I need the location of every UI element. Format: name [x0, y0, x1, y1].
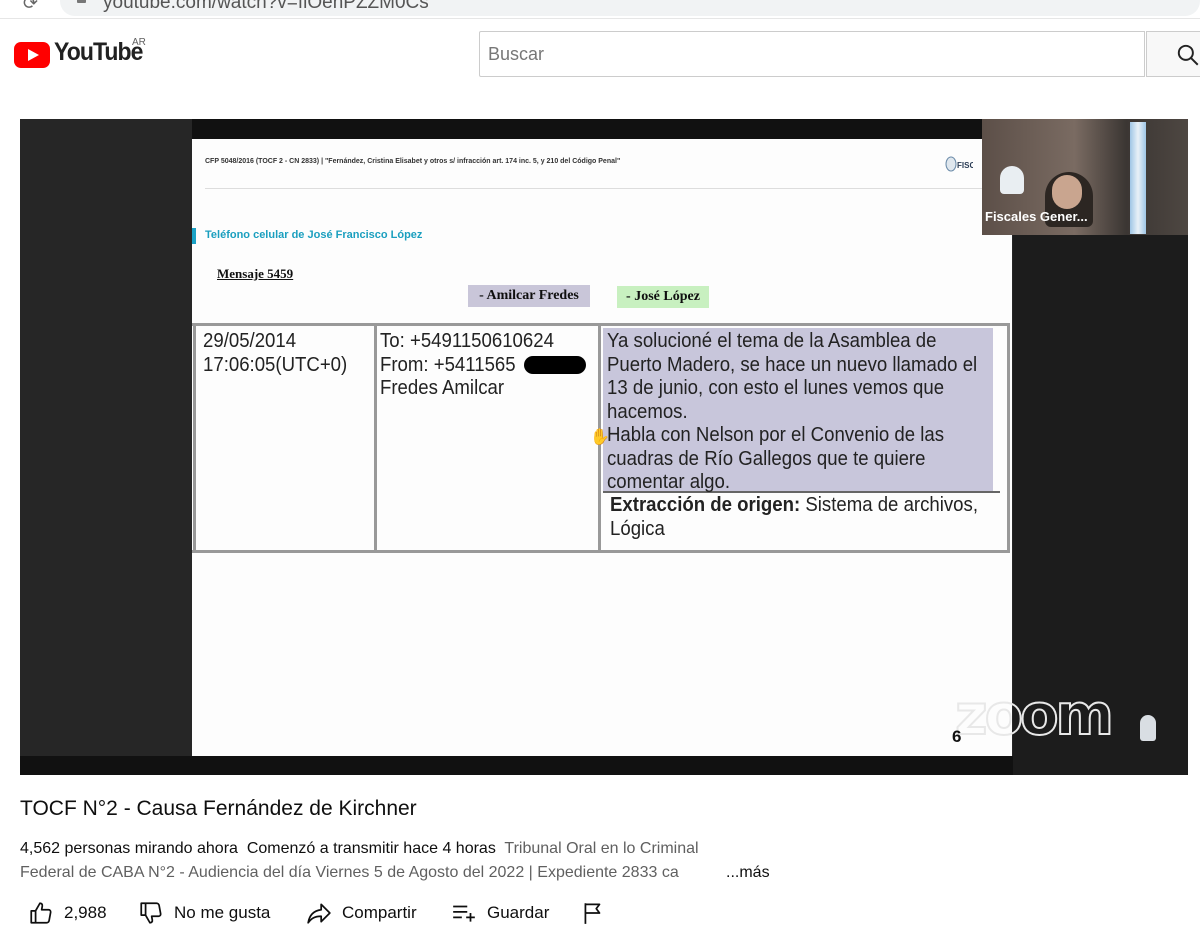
- fiscalia-logo: FISC: [945, 153, 975, 175]
- stream-started: Comenzó a transmitir hace 4 horas: [246, 840, 496, 857]
- reload-icon[interactable]: ⟳: [23, 0, 41, 12]
- dislike-button[interactable]: No me gusta: [138, 898, 270, 928]
- youtube-logo-text[interactable]: YouTube: [54, 38, 143, 67]
- extraction-label: Extracción de origen:: [610, 494, 801, 516]
- receiver-tag: - José López: [617, 286, 709, 308]
- viewer-count: 4,562 personas mirando ahora: [20, 840, 238, 857]
- save-button[interactable]: Guardar: [451, 898, 549, 928]
- slide-case-header: CFP 5048/2016 (TOCF 2 - CN 2833) | "Fern…: [205, 158, 621, 165]
- youtube-logo-icon[interactable]: [14, 42, 50, 68]
- save-playlist-icon: [453, 905, 475, 922]
- slide-page-number: 6: [952, 727, 962, 746]
- search-button[interactable]: [1146, 31, 1200, 77]
- search-box[interactable]: [479, 31, 1145, 77]
- redaction-mark: [524, 356, 586, 374]
- participant-head: [1052, 175, 1082, 209]
- flag-icon: [584, 903, 601, 924]
- slide-divider: [205, 188, 985, 189]
- like-count: 2,988: [64, 903, 107, 922]
- address-bar-url[interactable]: youtube.com/watch?v=fiOehPZZM0Cs: [103, 0, 429, 14]
- description-fade: [700, 862, 726, 884]
- table-cell-extraction: Extracción de origen: Sistema de archivo…: [610, 494, 978, 541]
- like-icon: [30, 902, 52, 924]
- seal-decoration: [1000, 166, 1024, 194]
- slide-top-bar: [192, 119, 1012, 139]
- message-id: Mensaje 5459: [217, 266, 294, 281]
- description-line-2[interactable]: Federal de CABA N°2 - Audiencia del día …: [20, 864, 679, 882]
- table-border-top: [192, 323, 1010, 326]
- table-border-right: [1007, 323, 1010, 553]
- zoom-watermark: zoom: [954, 682, 1115, 749]
- country-code: AR: [132, 37, 146, 48]
- participant-name-label: Fiscales Gener...: [985, 209, 1088, 224]
- search-input[interactable]: [480, 32, 1144, 76]
- description-line-1: Tribunal Oral en lo Criminal: [504, 840, 699, 857]
- slide-subtitle: Teléfono celular de José Francisco López: [205, 229, 423, 241]
- hand-cursor-icon: ✋: [590, 429, 610, 446]
- report-button[interactable]: [580, 898, 616, 928]
- like-button[interactable]: 2,988: [28, 898, 107, 928]
- show-more-button[interactable]: ...más: [724, 864, 770, 882]
- share-icon: [307, 903, 331, 924]
- table-cell-datetime: 29/05/2014 17:06:05(UTC+0): [203, 330, 348, 376]
- table-border-bottom: [192, 550, 1010, 553]
- flag-decoration: [1130, 122, 1146, 234]
- search-icon: [1177, 44, 1199, 66]
- table-column-divider: [374, 323, 377, 553]
- court-seal-icon: [1140, 715, 1156, 741]
- table-border-left: [193, 323, 196, 553]
- sender-tag: - Amilcar Fredes: [468, 285, 590, 307]
- share-button[interactable]: Compartir: [306, 898, 417, 928]
- lock-icon[interactable]: [77, 0, 86, 3]
- save-label: Guardar: [487, 903, 550, 922]
- dislike-label: No me gusta: [174, 903, 271, 922]
- slide-accent-bar: [192, 228, 196, 244]
- fiscalia-logo-text: FISC: [957, 161, 973, 170]
- video-meta-line[interactable]: 4,562 personas mirando ahora Comenzó a t…: [20, 840, 699, 858]
- share-label: Compartir: [342, 903, 417, 922]
- table-cell-message: Ya solucioné el tema de la Asamblea de P…: [607, 330, 978, 493]
- dislike-icon: [140, 902, 162, 924]
- video-title: TOCF N°2 - Causa Fernández de Kirchner: [20, 797, 417, 820]
